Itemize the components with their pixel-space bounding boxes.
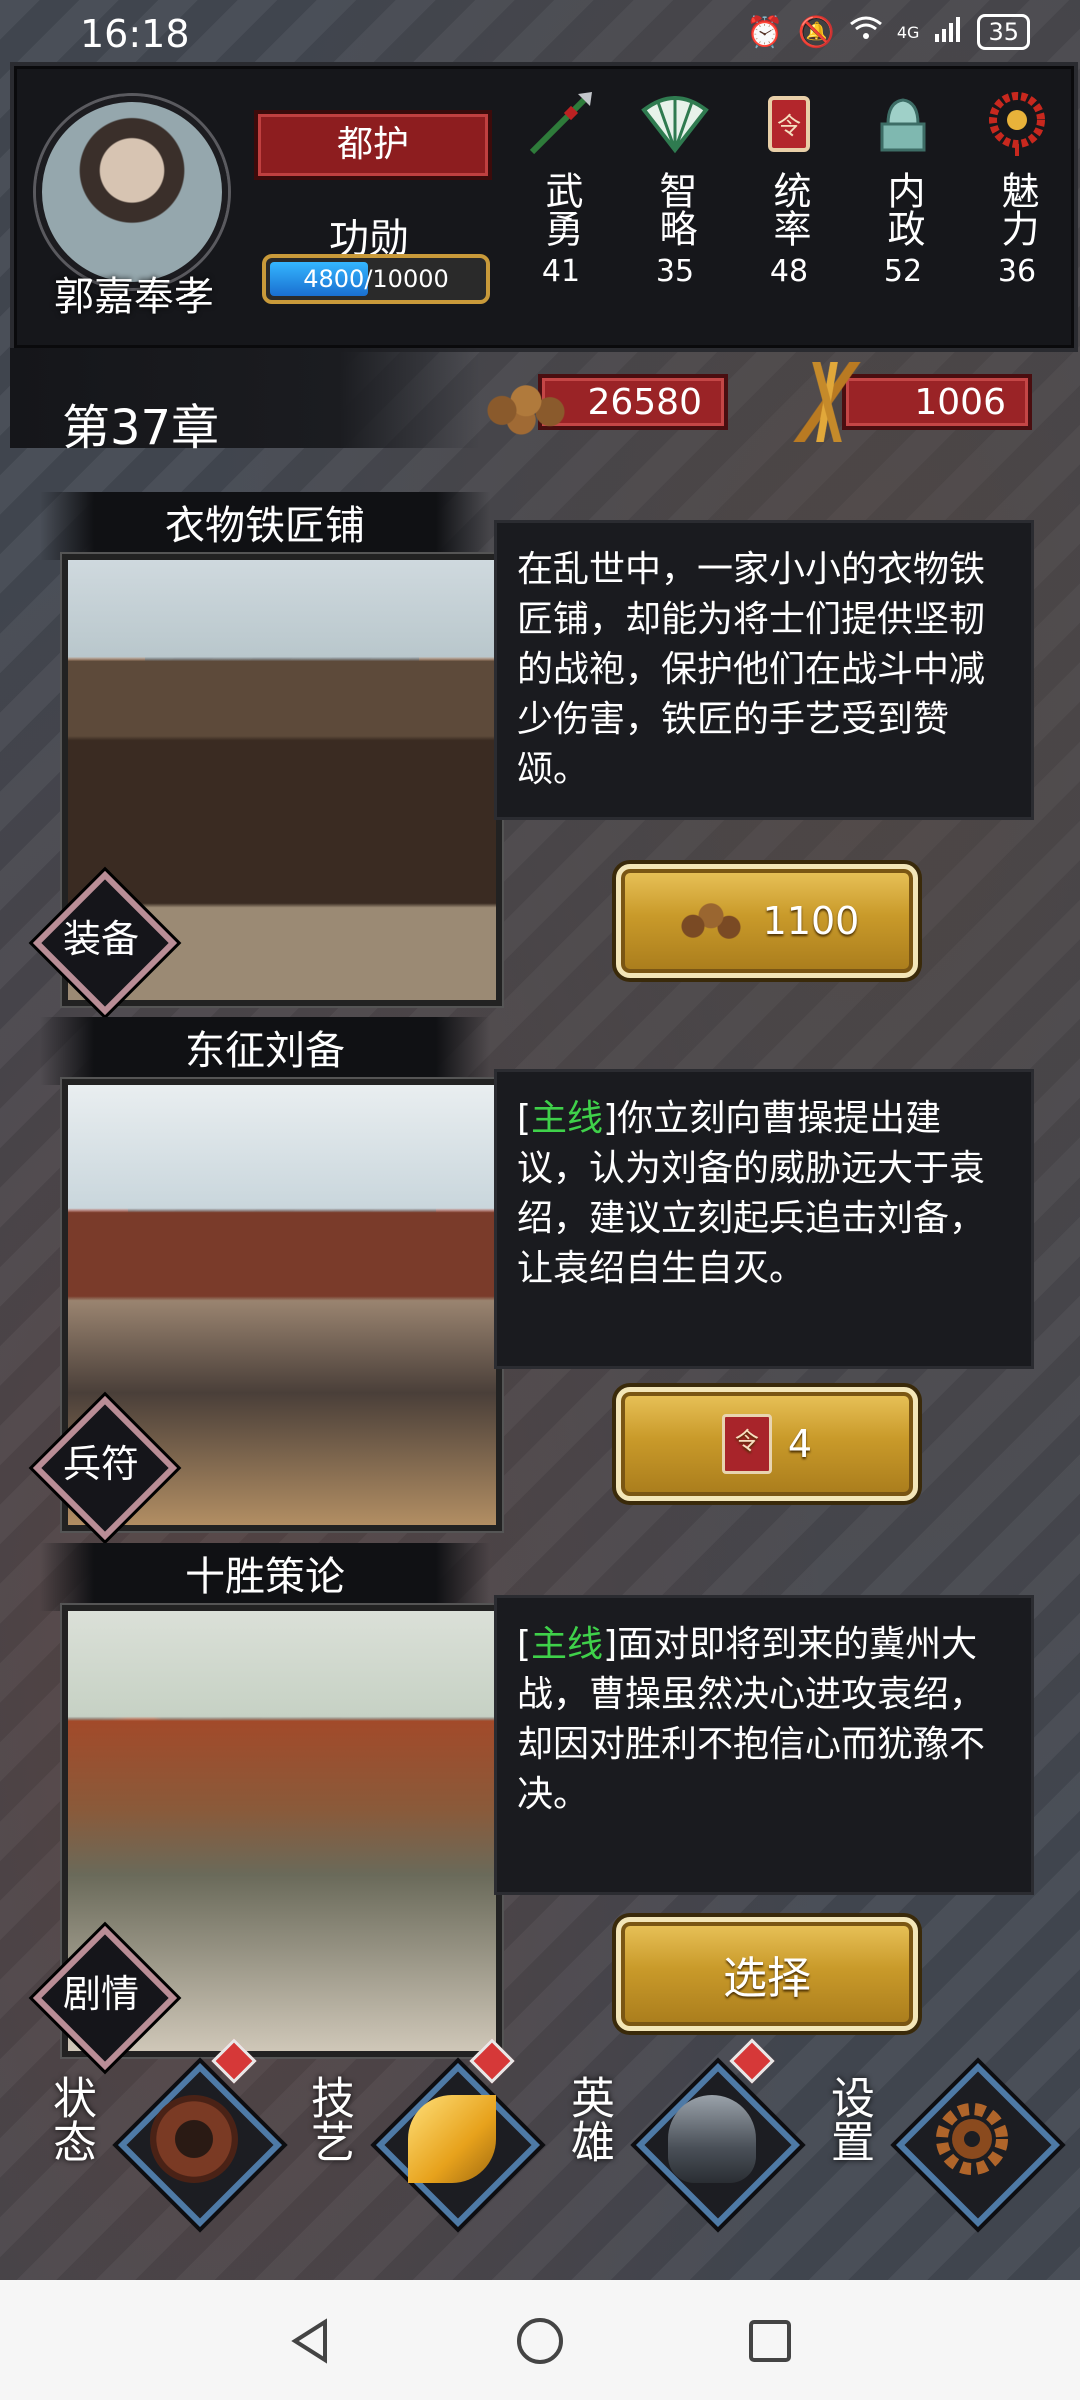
helmet-icon [668,2095,756,2183]
grain-resource: 1006 [782,362,1072,442]
card-title-band: 东征刘备 [40,1017,490,1085]
grain-icon [792,362,862,442]
nav-settings[interactable]: 设置 [816,2045,1061,2245]
stat-neizheng[interactable]: 内政 52 [846,66,960,348]
stat-label: 统率 [767,171,811,247]
chapter-title: 第37章 [62,400,220,456]
home-icon[interactable] [515,2316,565,2366]
svg-text:令: 令 [777,112,801,140]
nav-label: 状态 [45,2075,96,2163]
avatar[interactable] [36,96,228,288]
nav-diamond [375,2062,541,2228]
stat-label: 内政 [881,171,925,247]
status-bar: 16:18 ⏰ 🔕 4G 35 [0,0,1080,70]
character-panel: 郭嘉奉孝 都护 功勋 4800/10000 武勇 41 智略 35 令 统率 4… [10,62,1078,352]
card-description: [主线]你立刻向曹操提出建议，认为刘备的威胁远大于袁绍，建议立刻起兵追击刘备，让… [494,1069,1034,1369]
back-icon[interactable] [285,2316,335,2366]
description-text: 在乱世中，一家小小的衣物铁匠铺，却能为将士们提供坚韧的战袍，保护他们在战斗中减少… [517,549,986,790]
nav-skills[interactable]: 技艺 [296,2038,541,2245]
signal-icon [933,15,963,50]
tag-label: 兵符 [62,1442,139,1486]
category-tag: 兵符 [32,1395,178,1541]
category-tag: 装备 [32,870,178,1016]
stat-value: 48 [769,254,809,289]
stat-zhilue[interactable]: 智略 35 [618,66,732,348]
spear-icon [526,88,596,158]
mute-icon: 🔕 [797,14,835,50]
desc-suffix: ] [603,1098,618,1139]
card-title: 衣物铁匠铺 [165,503,365,549]
stat-value: 36 [997,254,1037,289]
button-label: 选择 [723,1953,811,2004]
nav-heroes[interactable]: 英雄 [556,2038,801,2245]
battery-icon: 35 [977,14,1030,50]
command-token-icon: 令 [754,88,824,158]
nav-status[interactable]: 状态 [38,2038,283,2245]
card-title: 东征刘备 [185,1028,345,1074]
desc-suffix: ] [603,1624,618,1665]
card-title-band: 衣物铁匠铺 [40,492,490,560]
desc-prefix: [ [517,1624,532,1665]
main-quest-tag: 主线 [531,1624,604,1665]
stat-meili[interactable]: 魅力 36 [960,66,1074,348]
status-icons: ⏰ 🔕 4G 35 [746,14,1030,50]
bottom-navigation: 状态 技艺 英雄 设置 [0,2038,1080,2245]
stat-value: 41 [541,254,581,289]
choose-button[interactable]: 选择 [616,1917,918,2031]
stat-tongshuai[interactable]: 令 统率 48 [732,66,846,348]
nav-diamond [117,2062,283,2228]
fan-icon [640,88,710,158]
use-token-button[interactable]: 令 4 [616,1387,918,1501]
nav-diamond [895,2062,1061,2228]
necklace-icon [982,88,1052,158]
coins-icon [674,895,747,947]
command-token-icon: 令 [721,1414,772,1474]
clock: 16:18 [80,12,190,56]
gear-icon [928,2095,1016,2183]
button-cost: 4 [787,1422,813,1466]
card-title-band: 十胜策论 [40,1543,490,1611]
nav-label: 技艺 [303,2075,354,2163]
stat-label: 武勇 [539,171,583,247]
stat-label: 魅力 [995,171,1039,247]
merit-progress-bar: 4800/10000 [262,254,490,304]
coins-icon [478,372,574,436]
network-type: 4G [896,22,920,42]
stat-value: 35 [655,254,695,289]
coins-resource: 26580 [478,368,768,438]
category-tag: 剧情 [32,1925,178,2071]
system-navigation-bar [0,2280,1080,2400]
attribute-stats: 武勇 41 智略 35 令 统率 48 内政 52 魅力 36 [504,66,1074,348]
stat-wuyong[interactable]: 武勇 41 [504,66,618,348]
stat-label: 智略 [653,171,697,247]
golden-leaf-icon [408,2095,496,2183]
nav-label: 英雄 [563,2075,614,2163]
buy-equipment-button[interactable]: 1100 [616,864,918,978]
nav-label: 设置 [823,2075,874,2163]
tag-label: 剧情 [62,1972,139,2016]
card-description: [主线]面对即将到来的冀州大战，曹操虽然决心进攻袁绍，却因对胜利不抱信心而犹豫不… [494,1595,1034,1895]
main-quest-tag: 主线 [531,1098,604,1139]
dragon-medallion-icon [150,2095,238,2183]
grain-count: 1006 [842,374,1032,430]
merit-progress-text: 4800/10000 [303,265,449,293]
recents-icon[interactable] [745,2316,795,2366]
player-name: 郭嘉奉孝 [54,274,214,320]
card-description: 在乱世中，一家小小的衣物铁匠铺，却能为将士们提供坚韧的战袍，保护他们在战斗中减少… [494,520,1034,820]
rank-badge: 都护 [254,110,492,180]
seal-icon [868,88,938,158]
wifi-icon [849,15,883,50]
alarm-icon: ⏰ [746,14,784,50]
desc-prefix: [ [517,1098,532,1139]
button-cost: 1100 [762,899,860,943]
nav-diamond [635,2062,801,2228]
stat-value: 52 [883,254,923,289]
tag-label: 装备 [62,917,139,961]
card-title: 十胜策论 [185,1554,345,1600]
